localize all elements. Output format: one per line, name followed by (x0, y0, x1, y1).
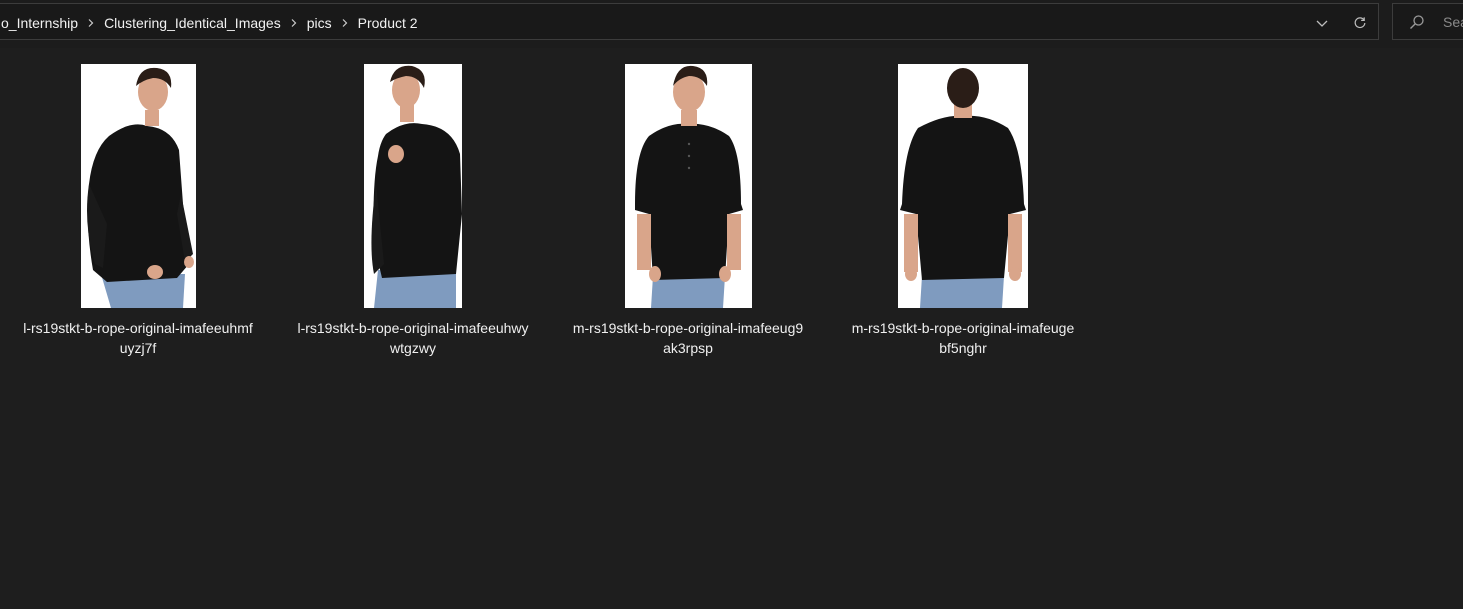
file-name-line: bf5nghr (939, 340, 987, 356)
file-item[interactable]: l-rs19stkt-b-rope-original-imafeeuhmf uy… (4, 64, 272, 358)
refresh-button[interactable] (1342, 4, 1378, 41)
breadcrumb-item-product-2[interactable]: Product 2 (356, 15, 420, 31)
file-name-line: l-rs19stkt-b-rope-original-imafeeuhwy (297, 320, 529, 336)
file-name-line: uyzj7f (119, 340, 157, 356)
breadcrumb-item-clustering[interactable]: Clustering_Identical_Images (102, 15, 283, 31)
file-name: l-rs19stkt-b-rope-original-imafeeuhmf uy… (4, 318, 272, 358)
file-item[interactable]: m-rs19stkt-b-rope-original-imafeeug9 ak3… (554, 64, 822, 358)
file-name-line: wtgzwy (390, 340, 436, 356)
chevron-right-icon[interactable] (283, 4, 305, 41)
file-item[interactable]: m-rs19stkt-b-rope-original-imafeuge bf5n… (829, 64, 1097, 358)
search-input[interactable] (1443, 13, 1463, 30)
file-view: l-rs19stkt-b-rope-original-imafeeuhmf uy… (0, 48, 1463, 609)
image-thumbnail (898, 64, 1028, 308)
breadcrumb-item-internship[interactable]: o_Internship (0, 15, 80, 31)
file-name-line: l-rs19stkt-b-rope-original-imafeeuhmf (23, 320, 253, 336)
explorer-toolbar: o_Internship Clustering_Identical_Images… (0, 0, 1463, 48)
chevron-right-icon[interactable] (80, 4, 102, 41)
image-thumbnail (80, 64, 196, 308)
file-name: l-rs19stkt-b-rope-original-imafeeuhwy wt… (279, 318, 547, 358)
file-name: m-rs19stkt-b-rope-original-imafeuge bf5n… (829, 318, 1097, 358)
breadcrumb-item-pics[interactable]: pics (305, 15, 334, 31)
search-icon (1409, 14, 1425, 30)
image-thumbnail (364, 64, 462, 308)
image-thumbnail (624, 64, 752, 308)
chevron-down-icon (1315, 16, 1329, 30)
file-name-line: ak3rpsp (663, 340, 713, 356)
address-history-button[interactable] (1304, 4, 1340, 41)
file-name: m-rs19stkt-b-rope-original-imafeeug9 ak3… (554, 318, 822, 358)
file-item[interactable]: l-rs19stkt-b-rope-original-imafeeuhwy wt… (279, 64, 547, 358)
file-name-line: m-rs19stkt-b-rope-original-imafeeug9 (572, 320, 804, 336)
chevron-right-icon[interactable] (334, 4, 356, 41)
search-box[interactable] (1392, 3, 1463, 40)
address-bar[interactable]: o_Internship Clustering_Identical_Images… (0, 3, 1379, 40)
file-name-line: m-rs19stkt-b-rope-original-imafeuge (851, 320, 1075, 336)
refresh-icon (1353, 16, 1367, 30)
breadcrumb: o_Internship Clustering_Identical_Images… (0, 4, 420, 41)
